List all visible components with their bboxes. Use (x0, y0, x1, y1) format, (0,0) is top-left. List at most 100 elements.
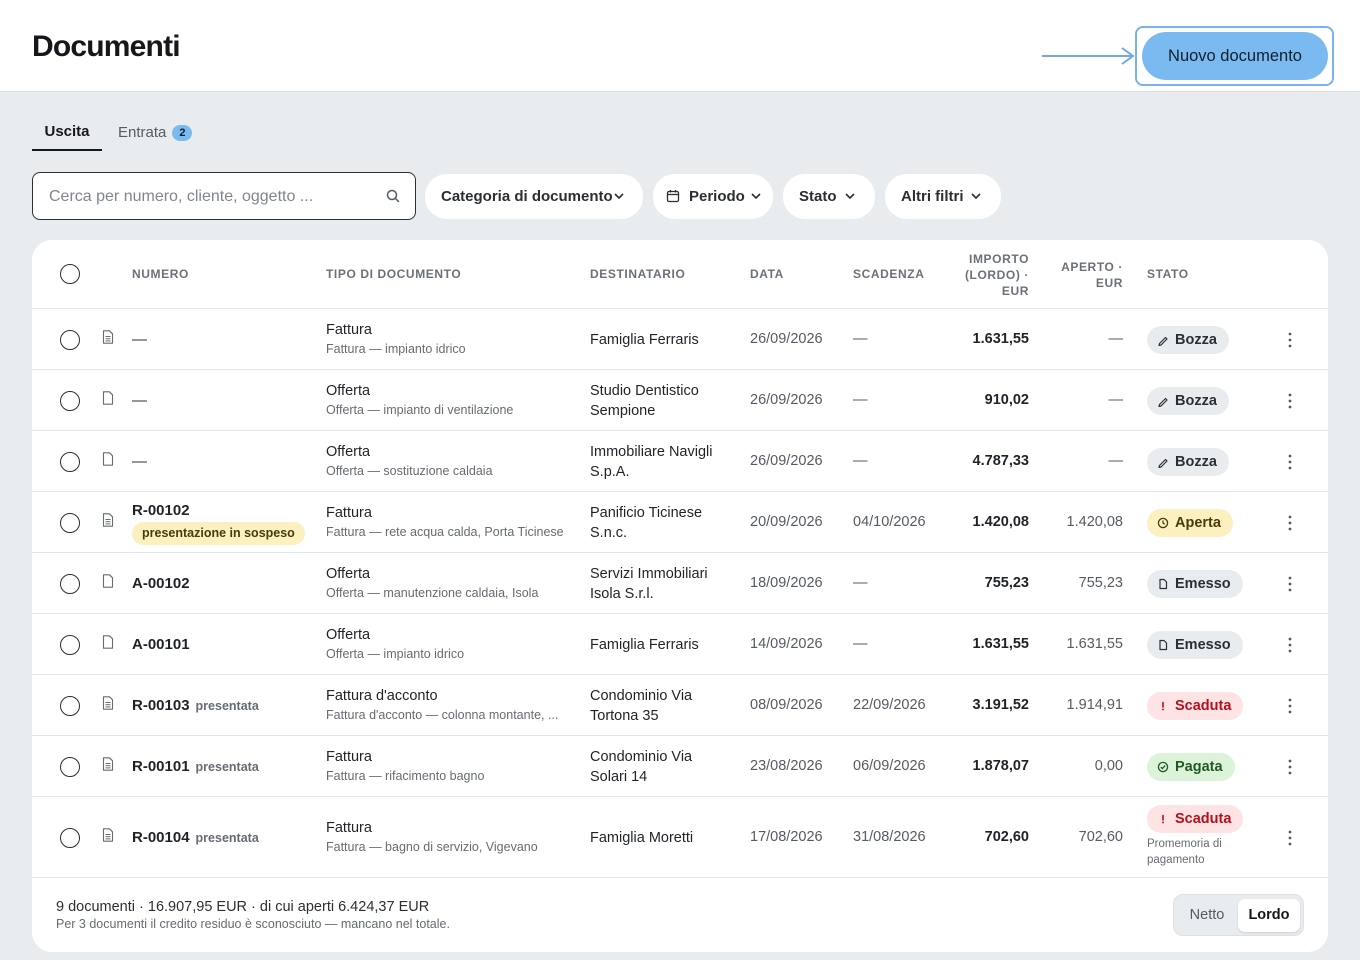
table-header: NUMERO TIPO DI DOCUMENTO DESTINATARIO DA… (32, 240, 1328, 309)
status-badge: Bozza (1147, 447, 1229, 476)
exclamation-icon (1162, 814, 1164, 824)
table-row[interactable]: — Fattura Fattura — impianto idrico Famigli… (32, 309, 1328, 370)
document-date: 20/09/2026 (750, 513, 823, 530)
row-select-checkbox[interactable] (60, 756, 80, 777)
document-subject: Fattura — bagno di servizio, Vigevano (326, 839, 538, 854)
submitted-label: presentata (195, 698, 259, 713)
document-number[interactable]: — (132, 392, 147, 409)
due-date: — (853, 635, 868, 652)
more-actions-icon[interactable] (1282, 574, 1298, 594)
filter-altri[interactable]: Altri filtri (885, 174, 1001, 219)
column-header-importo[interactable]: IMPORTO (LORDO) · EUR (929, 251, 1029, 299)
row-select-checkbox[interactable] (60, 827, 80, 848)
document-number[interactable]: R-00102 (132, 502, 190, 519)
row-select-checkbox[interactable] (60, 634, 80, 655)
recipient: Condominio Via Tortona 35 (590, 687, 693, 724)
tab-entrata[interactable]: Entrata 2 (118, 112, 238, 151)
tab-uscita[interactable]: Uscita (32, 112, 102, 151)
column-header-data[interactable]: DATA (750, 267, 784, 281)
recipient: Studio Dentistico Sempione (590, 382, 699, 419)
select-all-checkbox[interactable] (60, 264, 80, 284)
due-date: — (853, 330, 868, 347)
gross-amount: 1.420,08 (972, 513, 1029, 530)
filter-periodo[interactable]: Periodo (653, 174, 773, 219)
column-header-destinatario[interactable]: DESTINATARIO (590, 267, 685, 281)
row-select-checkbox[interactable] (60, 512, 80, 533)
filter-stato-label: Stato (799, 188, 837, 205)
row-select-checkbox[interactable] (60, 329, 80, 350)
status-label: Scaduta (1175, 811, 1232, 827)
document-subject: Fattura d'acconto — colonna montante, ..… (326, 707, 559, 722)
more-actions-icon[interactable] (1282, 757, 1298, 777)
search-input[interactable] (49, 185, 369, 209)
column-header-stato[interactable]: STATO (1147, 267, 1189, 281)
invoice-document-icon (102, 827, 114, 842)
document-date: 26/09/2026 (750, 391, 823, 408)
row-select-checkbox[interactable] (60, 695, 80, 716)
document-number[interactable]: A-00102 (132, 575, 190, 592)
status-label: Bozza (1175, 331, 1217, 348)
open-amount: — (1108, 452, 1124, 469)
more-actions-icon[interactable] (1282, 696, 1298, 716)
recipient: Servizi Immobiliari Isola S.r.l. (590, 565, 708, 602)
document-number[interactable]: A-00101 (132, 636, 190, 653)
due-date: — (853, 574, 868, 591)
document-type: Offerta (326, 565, 371, 582)
more-actions-icon[interactable] (1282, 513, 1298, 533)
document-number-text: — (132, 330, 147, 348)
status-label: Emesso (1175, 575, 1231, 592)
column-header-aperto[interactable]: APERTO · EUR (1023, 259, 1123, 291)
new-document-button[interactable]: Nuovo documento (1142, 32, 1328, 80)
document-number[interactable]: — (132, 331, 147, 348)
recipient: Immobiliare Navigli S.p.A. (590, 443, 713, 480)
calendar-icon (666, 190, 680, 203)
tab-uscita-label: Uscita (44, 123, 90, 140)
document-number[interactable]: R-00101 presentata (132, 758, 259, 775)
status-label: Emesso (1175, 636, 1231, 653)
more-actions-icon[interactable] (1282, 635, 1298, 655)
document-number[interactable]: — (132, 453, 147, 470)
row-select-checkbox[interactable] (60, 573, 80, 594)
more-actions-icon[interactable] (1282, 330, 1298, 350)
chevron-down-icon (971, 193, 981, 200)
more-actions-icon[interactable] (1282, 391, 1298, 411)
payment-reminder-note: Promemoria di pagamento (1147, 838, 1222, 866)
row-select-checkbox[interactable] (60, 390, 80, 411)
document-icon (1159, 639, 1168, 650)
row-select-checkbox[interactable] (60, 451, 80, 472)
table-row[interactable]: R-00102 presentazione in sospeso Fattura Fa… (32, 492, 1328, 553)
table-row[interactable]: A-00101 Offerta Offerta — impianto idrico F… (32, 614, 1328, 675)
table-row[interactable]: — Offerta Offerta — impianto di ventilazio… (32, 370, 1328, 431)
more-actions-icon[interactable] (1282, 452, 1298, 472)
document-date: 08/09/2026 (750, 696, 823, 713)
table-row[interactable]: R-00103 presentata Fattura d'acconto Fattur… (32, 675, 1328, 736)
document-type: Fattura (326, 504, 372, 521)
table-row[interactable]: R-00101 presentata Fattura Fattura — rifaci… (32, 736, 1328, 797)
column-header-numero[interactable]: NUMERO (132, 267, 189, 281)
due-date: — (853, 391, 868, 408)
clock-icon (1157, 517, 1169, 528)
table-row[interactable]: R-00104 presentata Fattura Fattura — bagno … (32, 797, 1328, 878)
document-type: Fattura (326, 748, 372, 765)
table-row[interactable]: — Offerta Offerta — sostituzione caldaia Im… (32, 431, 1328, 492)
document-date: 18/09/2026 (750, 574, 823, 591)
document-number[interactable]: R-00104 presentata (132, 829, 259, 846)
open-amount: 1.420,08 (1066, 513, 1123, 530)
document-number[interactable]: R-00103 presentata (132, 697, 259, 714)
toggle-netto[interactable]: Netto (1178, 899, 1236, 932)
more-actions-icon[interactable] (1282, 828, 1298, 848)
pencil-icon (1158, 397, 1168, 407)
toggle-lordo[interactable]: Lordo (1238, 899, 1300, 932)
due-date: 22/09/2026 (853, 696, 926, 713)
open-amount: — (1108, 391, 1124, 408)
document-icon (1159, 578, 1168, 589)
table-row[interactable]: A-00102 Offerta Offerta — manutenzione cal… (32, 553, 1328, 614)
column-header-scadenza[interactable]: SCADENZA (853, 267, 924, 281)
search-icon[interactable] (385, 188, 401, 204)
submitted-label: presentata (195, 759, 259, 774)
filter-categoria[interactable]: Categoria di documento (425, 174, 643, 219)
column-header-aperto-line2: EUR (1095, 276, 1123, 290)
pending-submission-badge: presentazione in sospeso (132, 521, 305, 545)
filter-stato[interactable]: Stato (783, 174, 875, 219)
column-header-tipo[interactable]: TIPO DI DOCUMENTO (326, 267, 461, 281)
